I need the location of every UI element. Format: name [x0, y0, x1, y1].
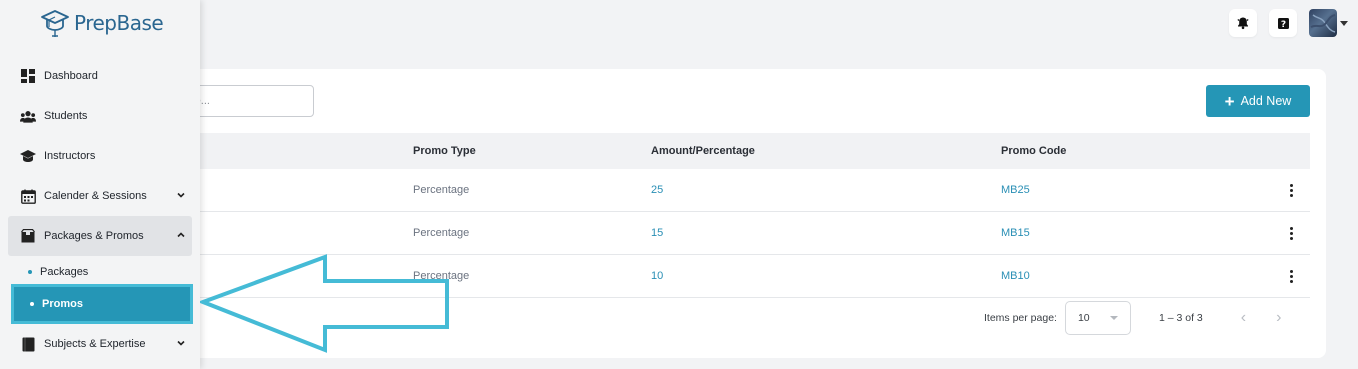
next-page-button[interactable]: ›	[1276, 309, 1281, 327]
promo-type: Percentage	[413, 227, 470, 239]
bullet-icon	[28, 270, 32, 274]
graduation-cap-icon	[20, 148, 36, 164]
column-header-promo-code[interactable]: Promo Code	[1001, 145, 1066, 157]
plus-icon: +	[1224, 91, 1235, 111]
sidebar-item-packages-promos[interactable]: Packages & Promos	[8, 216, 192, 256]
previous-page-button[interactable]: ‹	[1241, 309, 1246, 327]
sidebar-subitem-promos[interactable]: Promos	[11, 284, 193, 324]
table-header: e Promo Type Amount/Percentage Promo Cod…	[150, 133, 1310, 169]
table-row[interactable]: ve Percentage 25 MB25	[150, 169, 1310, 212]
chevron-down-icon	[1109, 316, 1118, 320]
help-button[interactable]: ?	[1269, 9, 1297, 37]
sidebar-item-label: Calender & Sessions	[44, 190, 147, 202]
bell-icon	[1237, 17, 1249, 30]
user-menu[interactable]	[1309, 9, 1348, 37]
sidebar-item-instructors[interactable]: Instructors	[8, 136, 192, 176]
column-header-amount[interactable]: Amount/Percentage	[651, 145, 755, 157]
annotation-arrow	[200, 254, 449, 353]
header-actions: ?	[1229, 9, 1348, 37]
sidebar-item-subjects-expertise[interactable]: Subjects & Expertise	[8, 324, 192, 364]
sidebar-subitem-label: Packages	[40, 266, 89, 278]
more-vert-icon[interactable]	[1286, 183, 1296, 197]
bullet-icon	[30, 302, 34, 306]
promo-code: MB15	[1001, 227, 1030, 239]
add-new-label: Add New	[1240, 94, 1292, 108]
avatar	[1309, 9, 1337, 37]
promo-amount: 10	[651, 270, 664, 282]
calendar-icon	[20, 188, 36, 204]
dashboard-icon	[20, 68, 36, 84]
sidebar-item-label: Subjects & Expertise	[44, 338, 146, 350]
promo-code: MB25	[1001, 184, 1030, 196]
more-vert-icon[interactable]	[1286, 269, 1296, 283]
chevron-down-icon	[177, 340, 185, 346]
promo-amount: 25	[651, 184, 664, 196]
sidebar-subitem-packages[interactable]: Packages	[12, 257, 192, 287]
sidebar: PrepBase Dashboard Students Instructors …	[0, 0, 200, 369]
sidebar-item-calendar-sessions[interactable]: Calender & Sessions	[8, 176, 192, 216]
box-icon	[20, 228, 36, 244]
table-row[interactable]: Percentage 15 MB15	[150, 212, 1310, 255]
search-input[interactable]: re...	[180, 85, 314, 117]
items-per-page-select[interactable]: 10	[1064, 301, 1131, 335]
sidebar-item-dashboard[interactable]: Dashboard	[8, 56, 192, 96]
more-vert-icon[interactable]	[1286, 226, 1296, 240]
svg-text:?: ?	[1280, 20, 1285, 30]
question-icon: ?	[1277, 17, 1289, 30]
promo-code: MB10	[1001, 270, 1030, 282]
book-icon	[20, 336, 36, 352]
logo-text: PrepBase	[74, 11, 164, 35]
sidebar-item-label: Packages & Promos	[44, 230, 144, 242]
paginator: Items per page: 10 1 – 3 of 3 ‹ ›	[984, 301, 1281, 335]
sidebar-item-label: Instructors	[44, 150, 96, 162]
column-header-promo-type[interactable]: Promo Type	[413, 145, 476, 157]
items-per-page-label: Items per page:	[984, 312, 1057, 324]
items-per-page-value: 10	[1077, 312, 1090, 324]
page-range: 1 – 3 of 3	[1158, 312, 1203, 324]
users-icon	[20, 108, 36, 124]
sidebar-subitem-label: Promos	[42, 298, 83, 310]
logo[interactable]: PrepBase	[40, 7, 164, 39]
chevron-down-icon	[177, 192, 185, 198]
graduation-cap-logo-icon	[41, 10, 69, 37]
chevron-up-icon	[177, 232, 185, 238]
add-new-button[interactable]: + Add New	[1206, 85, 1310, 117]
sidebar-item-label: Dashboard	[44, 70, 98, 82]
sidebar-item-students[interactable]: Students	[8, 96, 192, 136]
promo-amount: 15	[651, 227, 664, 239]
promo-type: Percentage	[413, 184, 470, 196]
notification-button[interactable]	[1229, 9, 1257, 37]
chevron-down-icon	[1340, 20, 1348, 26]
sidebar-item-label: Students	[44, 110, 88, 122]
